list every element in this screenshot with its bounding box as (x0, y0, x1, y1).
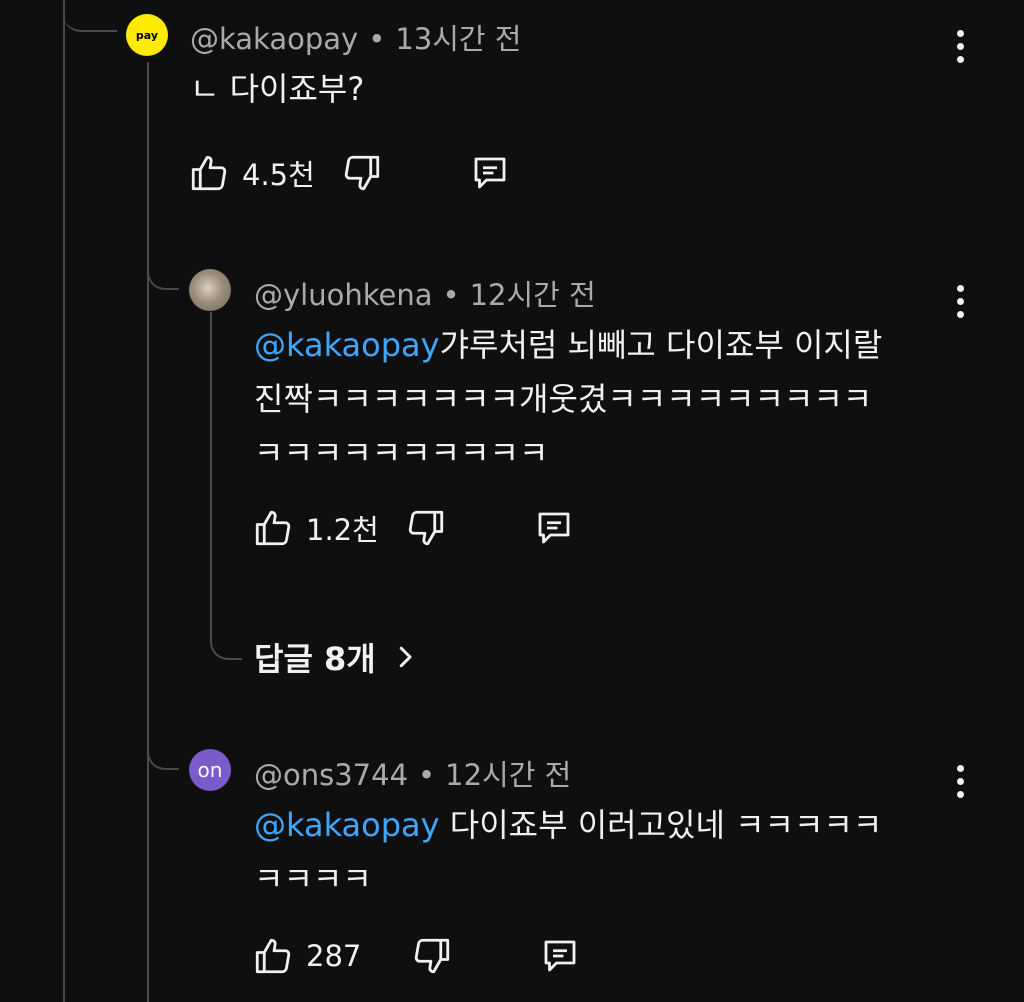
more-vert-icon[interactable] (955, 30, 965, 63)
timestamp[interactable]: 12시간 전 (445, 758, 571, 792)
timestamp[interactable]: 13시간 전 (395, 22, 521, 56)
comment-line: 갸루처럼 뇌빼고 다이죠부 이지랄 (439, 326, 883, 364)
thread-connector-reply1 (147, 250, 179, 290)
avatar-yluohkena[interactable] (189, 269, 231, 311)
comment-text: @kakaopay 다이죠부 이러고있네 ㅋㅋㅋㅋㅋ ㅋㅋㅋㅋ (254, 798, 954, 906)
avatar-logo-text: pay (135, 28, 159, 42)
reply-thread-line (147, 62, 149, 1002)
comment-actions: 287 (252, 935, 583, 977)
more-vert-icon[interactable] (955, 765, 965, 798)
like-count: 1.2천 (306, 513, 379, 547)
thread-connector-top (63, 0, 117, 32)
like-count: 4.5천 (242, 158, 315, 192)
author-name[interactable]: @kakaopay (190, 22, 358, 56)
chevron-right-icon (399, 646, 412, 668)
thumbs-down-icon[interactable] (411, 935, 453, 977)
comment-text: ㄴ 다이죠부? (190, 70, 365, 108)
comment-line: 진짝ㅋㅋㅋㅋㅋㅋㅋ개웃겼ㅋㅋㅋㅋㅋㅋㅋㅋㅋ (254, 380, 873, 418)
outer-thread-line (63, 0, 65, 1002)
comment-icon[interactable] (531, 507, 577, 549)
thumbs-up-icon[interactable] (188, 152, 230, 194)
comment-meta: @ons3744 • 12시간 전 (254, 758, 572, 792)
comment-line: 다이죠부 이러고있네 ㅋㅋㅋㅋㅋ (439, 806, 883, 844)
thread-connector-reply2 (147, 730, 179, 770)
comment-icon[interactable] (467, 152, 513, 194)
thumbs-up-icon[interactable] (252, 507, 294, 549)
author-name[interactable]: @yluohkena (254, 278, 432, 312)
comment-line: ㅋㅋㅋㅋ (254, 860, 372, 898)
avatar-kakaopay[interactable]: pay (126, 14, 168, 56)
replies-label: 답글 8개 (254, 640, 376, 678)
avatar-ons3744[interactable]: on (189, 749, 231, 791)
thread-connector-replies-link (210, 590, 242, 660)
comment-actions: 4.5천 (188, 152, 513, 194)
mention-link[interactable]: @kakaopay (254, 326, 440, 364)
thumbs-down-icon[interactable] (341, 152, 383, 194)
comment-icon[interactable] (537, 935, 583, 977)
comment-line: ㅋㅋㅋㅋㅋㅋㅋㅋㅋㅋ (254, 434, 549, 472)
author-name[interactable]: @ons3744 (254, 758, 408, 792)
timestamp[interactable]: 12시간 전 (470, 278, 596, 312)
view-replies-button[interactable]: 답글 8개 (254, 634, 420, 680)
subthread-line (210, 312, 212, 592)
thumbs-up-icon[interactable] (252, 935, 294, 977)
comment-actions: 1.2천 (252, 507, 577, 549)
comment-text: @kakaopay갸루처럼 뇌빼고 다이죠부 이지랄 진짝ㅋㅋㅋㅋㅋㅋㅋ개웃겼ㅋ… (254, 318, 954, 480)
thumbs-down-icon[interactable] (405, 507, 447, 549)
avatar-initials: on (197, 758, 223, 782)
like-count: 287 (306, 939, 362, 973)
more-vert-icon[interactable] (955, 285, 965, 318)
comment-meta: @kakaopay • 13시간 전 (190, 22, 522, 56)
comment-meta: @yluohkena • 12시간 전 (254, 278, 596, 312)
mention-link[interactable]: @kakaopay (254, 806, 440, 844)
